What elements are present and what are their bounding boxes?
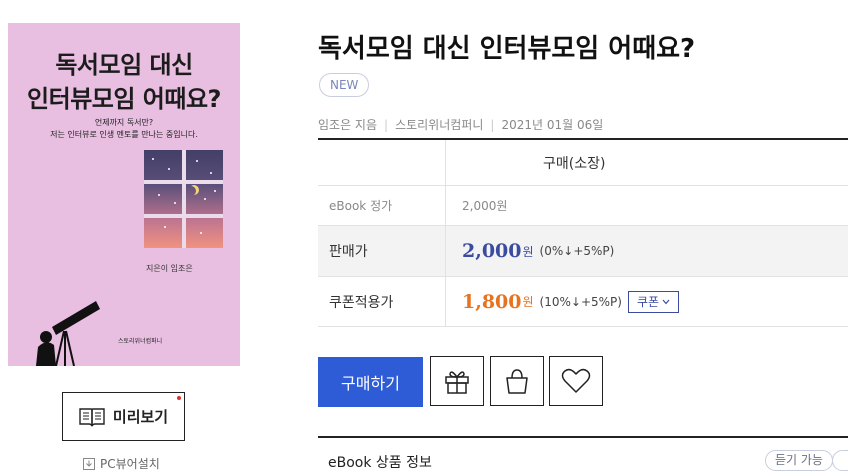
coupon-price-row: 쿠폰적용가 1,800 원 (10%↓+5%P) 쿠폰 [318,277,848,327]
listen-available-badge: 듣기 가능 [765,450,833,471]
list-price-label: eBook 정가 [318,186,446,225]
pc-viewer-install-link[interactable]: PC뷰어설치 [83,455,160,472]
coupon-button-label: 쿠폰 [636,295,660,309]
open-book-icon [79,407,105,426]
telescope-silhouette-icon [36,301,100,366]
cover-title-line1: 독서모임 대신 [55,51,193,79]
page-title: 독서모임 대신 인터뷰모임 어때요? [318,34,696,64]
sale-price-unit: 원 [522,244,534,259]
new-badge: NEW [319,73,370,97]
gift-button[interactable] [430,356,484,406]
ebook-info-section: eBook 상품 정보 듣기 가능 [318,436,848,476]
purchase-type-header: 구매(소장) [543,155,606,172]
price-table-header: 구매(소장) [318,140,848,186]
author-link[interactable]: 임조은 지음 [318,116,377,133]
cover-author: 지은이 임조은 [146,264,193,273]
gift-icon [445,371,469,394]
coupon-price-value: 1,800 [462,290,522,313]
cover-subtitle-line1: 언제까지 독서만? [94,118,154,127]
publish-date: 2021년 01월 06일 [501,118,604,132]
cart-button[interactable] [490,356,544,406]
preview-button[interactable]: 미리보기 [62,392,185,441]
notification-dot [177,396,181,400]
buy-button[interactable]: 구매하기 [318,357,423,407]
sale-price-label: 판매가 [318,226,446,276]
shopping-bag-icon [506,369,528,394]
preview-label: 미리보기 [112,408,169,426]
book-cover-image[interactable]: 독서모임 대신 인터뷰모임 어때요? 언제까지 독서만? 저는 인터뷰로 인생 … [8,23,240,366]
heart-icon [561,368,591,393]
cover-publisher: 스토리위너컴퍼니 [118,338,163,345]
sale-price-discount: (0%↓+5%P) [539,244,615,258]
price-table: 구매(소장) eBook 정가 2,000원 판매가 2,000 원 (0%↓+… [318,138,848,327]
list-price-value: 2,000원 [462,199,508,213]
ebook-info-title: eBook 상품 정보 [328,455,432,471]
coupon-button[interactable]: 쿠폰 [627,290,680,313]
chevron-down-icon [662,299,670,304]
wishlist-button[interactable] [549,356,603,406]
extra-badge [832,450,848,471]
publisher-link[interactable]: 스토리위너컴퍼니 [395,116,483,133]
coupon-price-discount: (10%↓+5%P) [539,294,622,309]
sale-price-value: 2,000 [462,240,522,262]
sale-price-row: 판매가 2,000 원 (0%↓+5%P) [318,226,848,277]
cover-subtitle-line2: 저는 인터뷰로 인생 멘토를 만나는 중입니다. [50,130,198,139]
pc-viewer-label: PC뷰어설치 [100,457,160,471]
coupon-price-label: 쿠폰적용가 [318,277,446,326]
download-icon [83,457,95,470]
list-price-row: eBook 정가 2,000원 [318,186,848,226]
coupon-price-unit: 원 [522,295,534,309]
cover-window-illustration [144,150,223,248]
cover-title-line2: 인터뷰모임 어때요? [27,85,221,113]
book-meta: 임조은 지음 | 스토리위너컴퍼니 | 2021년 01월 06일 [318,116,604,133]
